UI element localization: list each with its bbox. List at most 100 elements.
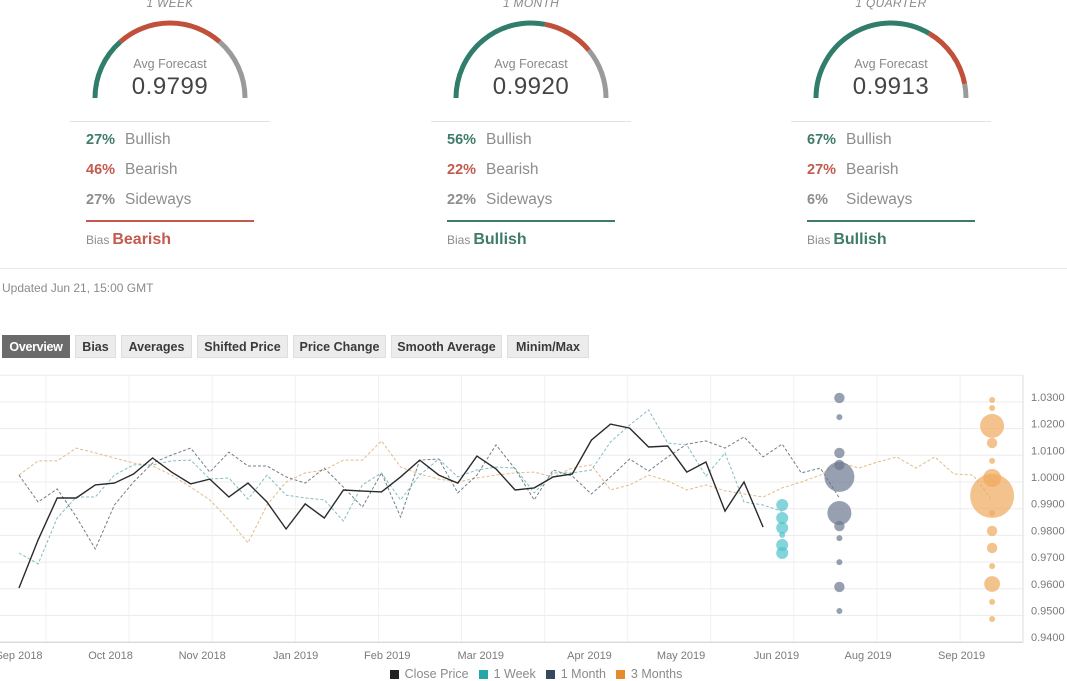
forecast-line — [18, 436, 840, 551]
bias-label: Bias — [447, 233, 471, 247]
forecast-bubble — [824, 461, 855, 492]
forecast-bubble — [834, 447, 845, 459]
avg-forecast-value: 0.9920 — [492, 73, 570, 100]
sideways-label: Sideways — [846, 191, 913, 208]
x-tick-label: Nov 2018 — [179, 650, 226, 662]
x-tick-label: Oct 2018 — [88, 650, 133, 662]
bubbles-1-week — [776, 499, 789, 559]
forecast-bubble — [776, 499, 789, 511]
forecast-bubble — [989, 457, 996, 464]
bias-value: Bullish — [473, 231, 527, 248]
forecast-bubble — [836, 414, 843, 421]
bearish-percent: 46% — [86, 162, 116, 178]
bearish-label: Bearish — [486, 161, 539, 178]
section-divider — [0, 268, 1067, 269]
bullish-percent: 67% — [807, 132, 837, 148]
legend-label: 3 Months — [630, 667, 683, 681]
forecast-bubble — [989, 563, 996, 570]
forecast-bubble — [986, 542, 998, 554]
forecast-bubble — [986, 437, 998, 449]
bias-underline — [86, 220, 254, 222]
legend-item-close-price[interactable]: Close Price — [389, 667, 469, 681]
bias-value: Bullish — [833, 231, 887, 248]
avg-forecast-label: Avg Forecast — [854, 57, 928, 71]
y-tick-label: 1.0100 — [1031, 445, 1065, 457]
legend-item-3-months[interactable]: 3 Months — [615, 667, 683, 681]
bias: Bias Bearish — [86, 230, 171, 250]
series-1-week — [18, 409, 783, 565]
x-tick-label: Feb 2019 — [364, 650, 410, 662]
horizon-title: 1 WEEK — [146, 0, 194, 10]
bias-label: Bias — [86, 233, 110, 247]
forecast-line — [18, 409, 783, 565]
forecast-bubble — [989, 397, 996, 403]
bias-label: Bias — [807, 233, 831, 247]
forecast-bubble — [989, 405, 996, 411]
bias-underline — [807, 220, 975, 222]
x-tick-label: Aug 2019 — [845, 650, 892, 662]
y-tick-label: 1.0300 — [1031, 392, 1065, 404]
tab-shifted-price[interactable]: Shifted Price — [197, 335, 288, 358]
y-tick-label: 0.9400 — [1031, 632, 1065, 644]
x-tick-label: Jan 2019 — [273, 650, 318, 662]
x-tick-label: Jun 2019 — [754, 650, 799, 662]
series-1-month — [18, 436, 840, 551]
forecast-bubble — [776, 547, 789, 559]
forecast-card-1-week: 1 WEEK Avg Forecast 0.9799 27% Bullish 46… — [0, 0, 350, 262]
bearish-percent: 22% — [447, 162, 477, 178]
forecast-bubble — [989, 510, 996, 516]
forecast-card-1-month: 1 MONTH Avg Forecast 0.9920 56% Bullish 2… — [351, 0, 711, 262]
forecast-bubble — [834, 520, 845, 532]
sideways-row: 22% Sideways — [447, 190, 552, 210]
legend-swatch — [545, 669, 555, 679]
forecast-bubble — [836, 535, 843, 542]
legend-label: 1 Week — [493, 667, 536, 681]
updated-timestamp: Updated Jun 21, 15:00 GMT — [2, 281, 154, 295]
forecast-bubble — [989, 598, 996, 605]
sideways-percent: 27% — [86, 192, 116, 208]
legend-swatch — [478, 669, 488, 679]
legend-swatch — [615, 669, 625, 679]
sideways-label: Sideways — [486, 191, 553, 208]
tab-price-change[interactable]: Price Change — [293, 335, 386, 358]
avg-forecast-label: Avg Forecast — [133, 57, 207, 71]
tab-minim-max[interactable]: Minim/Max — [507, 335, 589, 358]
bullish-percent: 56% — [447, 132, 477, 148]
legend-item-1-month[interactable]: 1 Month — [545, 667, 606, 681]
y-tick-label: 1.0200 — [1031, 419, 1065, 431]
bullish-label: Bullish — [846, 131, 892, 148]
bearish-row: 22% Bearish — [447, 160, 539, 180]
forecast-bubble — [986, 525, 998, 537]
forecast-bubble — [779, 531, 786, 538]
bullish-percent: 27% — [86, 132, 116, 148]
tab-bias[interactable]: Bias — [75, 335, 116, 358]
bias-underline — [447, 220, 615, 222]
tab-overview[interactable]: Overview — [2, 335, 70, 358]
bullish-row: 56% Bullish — [447, 130, 532, 150]
legend-label: Close Price — [404, 667, 469, 681]
bullish-label: Bullish — [125, 131, 171, 148]
bearish-label: Bearish — [125, 161, 178, 178]
bubbles-1-month — [824, 392, 855, 614]
legend-item-1-week[interactable]: 1 Week — [478, 667, 536, 681]
bearish-label: Bearish — [846, 161, 899, 178]
x-tick-label: Mar 2019 — [457, 650, 503, 662]
x-tick-label: Apr 2019 — [567, 650, 612, 662]
forecast-bubble — [836, 559, 843, 566]
sideways-percent: 6% — [807, 192, 828, 208]
y-tick-label: 0.9800 — [1031, 525, 1065, 537]
bubbles-3-months — [970, 397, 1015, 622]
horizon-title: 1 MONTH — [502, 0, 560, 10]
tab-averages[interactable]: Averages — [121, 335, 192, 358]
close-price-line — [18, 423, 764, 589]
x-tick-label: Sep 2018 — [0, 650, 43, 662]
y-tick-label: 1.0000 — [1031, 472, 1065, 484]
forecast-card-1-quarter: 1 QUARTER Avg Forecast 0.9913 67% Bullish… — [711, 0, 1067, 262]
forecast-bubble — [836, 608, 843, 614]
chart-legend: Close Price 1 Week 1 Month 3 Months — [0, 667, 1067, 681]
x-tick-label: May 2019 — [657, 650, 705, 662]
tab-smooth-average[interactable]: Smooth Average — [391, 335, 502, 358]
divider — [431, 121, 631, 122]
y-tick-label: 0.9500 — [1031, 606, 1065, 618]
gauge-bearish-segment — [118, 20, 222, 44]
